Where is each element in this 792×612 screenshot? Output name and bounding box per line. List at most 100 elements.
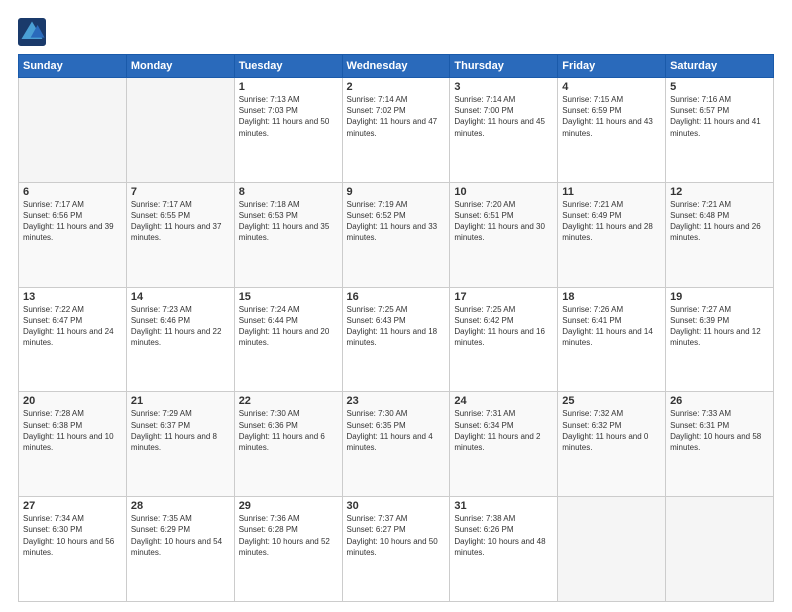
calendar-cell: 9Sunrise: 7:19 AM Sunset: 6:52 PM Daylig…	[342, 182, 450, 287]
calendar-cell: 23Sunrise: 7:30 AM Sunset: 6:35 PM Dayli…	[342, 392, 450, 497]
day-info: Sunrise: 7:15 AM Sunset: 6:59 PM Dayligh…	[562, 94, 661, 139]
logo	[18, 18, 50, 46]
day-info: Sunrise: 7:23 AM Sunset: 6:46 PM Dayligh…	[131, 304, 230, 349]
day-number: 19	[670, 291, 769, 303]
day-info: Sunrise: 7:20 AM Sunset: 6:51 PM Dayligh…	[454, 199, 553, 244]
calendar-cell: 28Sunrise: 7:35 AM Sunset: 6:29 PM Dayli…	[126, 497, 234, 602]
day-info: Sunrise: 7:18 AM Sunset: 6:53 PM Dayligh…	[239, 199, 338, 244]
day-info: Sunrise: 7:35 AM Sunset: 6:29 PM Dayligh…	[131, 513, 230, 558]
day-info: Sunrise: 7:28 AM Sunset: 6:38 PM Dayligh…	[23, 408, 122, 453]
week-row-1: 6Sunrise: 7:17 AM Sunset: 6:56 PM Daylig…	[19, 182, 774, 287]
header-cell-monday: Monday	[126, 55, 234, 78]
day-info: Sunrise: 7:27 AM Sunset: 6:39 PM Dayligh…	[670, 304, 769, 349]
header-cell-saturday: Saturday	[666, 55, 774, 78]
day-info: Sunrise: 7:14 AM Sunset: 7:02 PM Dayligh…	[347, 94, 446, 139]
day-number: 18	[562, 291, 661, 303]
day-number: 31	[454, 500, 553, 512]
day-info: Sunrise: 7:36 AM Sunset: 6:28 PM Dayligh…	[239, 513, 338, 558]
day-info: Sunrise: 7:25 AM Sunset: 6:43 PM Dayligh…	[347, 304, 446, 349]
day-info: Sunrise: 7:25 AM Sunset: 6:42 PM Dayligh…	[454, 304, 553, 349]
day-number: 15	[239, 291, 338, 303]
day-info: Sunrise: 7:19 AM Sunset: 6:52 PM Dayligh…	[347, 199, 446, 244]
day-info: Sunrise: 7:33 AM Sunset: 6:31 PM Dayligh…	[670, 408, 769, 453]
day-number: 9	[347, 186, 446, 198]
calendar-cell: 19Sunrise: 7:27 AM Sunset: 6:39 PM Dayli…	[666, 287, 774, 392]
day-number: 4	[562, 81, 661, 93]
day-number: 5	[670, 81, 769, 93]
calendar-cell: 11Sunrise: 7:21 AM Sunset: 6:49 PM Dayli…	[558, 182, 666, 287]
logo-icon	[18, 18, 46, 46]
week-row-4: 27Sunrise: 7:34 AM Sunset: 6:30 PM Dayli…	[19, 497, 774, 602]
day-number: 28	[131, 500, 230, 512]
calendar-cell: 22Sunrise: 7:30 AM Sunset: 6:36 PM Dayli…	[234, 392, 342, 497]
calendar-table: SundayMondayTuesdayWednesdayThursdayFrid…	[18, 54, 774, 602]
header	[18, 18, 774, 46]
week-row-2: 13Sunrise: 7:22 AM Sunset: 6:47 PM Dayli…	[19, 287, 774, 392]
calendar-cell	[19, 78, 127, 183]
day-number: 17	[454, 291, 553, 303]
day-info: Sunrise: 7:21 AM Sunset: 6:48 PM Dayligh…	[670, 199, 769, 244]
day-info: Sunrise: 7:38 AM Sunset: 6:26 PM Dayligh…	[454, 513, 553, 558]
calendar-cell: 24Sunrise: 7:31 AM Sunset: 6:34 PM Dayli…	[450, 392, 558, 497]
day-number: 7	[131, 186, 230, 198]
day-info: Sunrise: 7:22 AM Sunset: 6:47 PM Dayligh…	[23, 304, 122, 349]
calendar-cell	[666, 497, 774, 602]
header-cell-sunday: Sunday	[19, 55, 127, 78]
calendar-cell: 4Sunrise: 7:15 AM Sunset: 6:59 PM Daylig…	[558, 78, 666, 183]
calendar-cell	[126, 78, 234, 183]
day-number: 20	[23, 395, 122, 407]
day-info: Sunrise: 7:17 AM Sunset: 6:55 PM Dayligh…	[131, 199, 230, 244]
day-number: 6	[23, 186, 122, 198]
day-number: 12	[670, 186, 769, 198]
calendar-cell: 6Sunrise: 7:17 AM Sunset: 6:56 PM Daylig…	[19, 182, 127, 287]
day-info: Sunrise: 7:21 AM Sunset: 6:49 PM Dayligh…	[562, 199, 661, 244]
day-info: Sunrise: 7:30 AM Sunset: 6:35 PM Dayligh…	[347, 408, 446, 453]
week-row-3: 20Sunrise: 7:28 AM Sunset: 6:38 PM Dayli…	[19, 392, 774, 497]
day-info: Sunrise: 7:30 AM Sunset: 6:36 PM Dayligh…	[239, 408, 338, 453]
calendar-cell: 29Sunrise: 7:36 AM Sunset: 6:28 PM Dayli…	[234, 497, 342, 602]
day-info: Sunrise: 7:14 AM Sunset: 7:00 PM Dayligh…	[454, 94, 553, 139]
day-number: 29	[239, 500, 338, 512]
day-info: Sunrise: 7:31 AM Sunset: 6:34 PM Dayligh…	[454, 408, 553, 453]
calendar-cell: 8Sunrise: 7:18 AM Sunset: 6:53 PM Daylig…	[234, 182, 342, 287]
header-row: SundayMondayTuesdayWednesdayThursdayFrid…	[19, 55, 774, 78]
day-number: 1	[239, 81, 338, 93]
day-info: Sunrise: 7:13 AM Sunset: 7:03 PM Dayligh…	[239, 94, 338, 139]
calendar-cell: 12Sunrise: 7:21 AM Sunset: 6:48 PM Dayli…	[666, 182, 774, 287]
calendar-cell: 26Sunrise: 7:33 AM Sunset: 6:31 PM Dayli…	[666, 392, 774, 497]
day-number: 25	[562, 395, 661, 407]
calendar-cell: 25Sunrise: 7:32 AM Sunset: 6:32 PM Dayli…	[558, 392, 666, 497]
day-number: 11	[562, 186, 661, 198]
day-number: 22	[239, 395, 338, 407]
day-number: 21	[131, 395, 230, 407]
calendar-cell	[558, 497, 666, 602]
calendar-cell: 18Sunrise: 7:26 AM Sunset: 6:41 PM Dayli…	[558, 287, 666, 392]
day-number: 10	[454, 186, 553, 198]
day-info: Sunrise: 7:16 AM Sunset: 6:57 PM Dayligh…	[670, 94, 769, 139]
calendar-cell: 20Sunrise: 7:28 AM Sunset: 6:38 PM Dayli…	[19, 392, 127, 497]
calendar-cell: 17Sunrise: 7:25 AM Sunset: 6:42 PM Dayli…	[450, 287, 558, 392]
calendar-cell: 27Sunrise: 7:34 AM Sunset: 6:30 PM Dayli…	[19, 497, 127, 602]
day-number: 30	[347, 500, 446, 512]
calendar-cell: 31Sunrise: 7:38 AM Sunset: 6:26 PM Dayli…	[450, 497, 558, 602]
day-info: Sunrise: 7:34 AM Sunset: 6:30 PM Dayligh…	[23, 513, 122, 558]
header-cell-thursday: Thursday	[450, 55, 558, 78]
calendar-cell: 7Sunrise: 7:17 AM Sunset: 6:55 PM Daylig…	[126, 182, 234, 287]
calendar-cell: 15Sunrise: 7:24 AM Sunset: 6:44 PM Dayli…	[234, 287, 342, 392]
day-info: Sunrise: 7:29 AM Sunset: 6:37 PM Dayligh…	[131, 408, 230, 453]
calendar-cell: 2Sunrise: 7:14 AM Sunset: 7:02 PM Daylig…	[342, 78, 450, 183]
day-number: 16	[347, 291, 446, 303]
calendar-cell: 13Sunrise: 7:22 AM Sunset: 6:47 PM Dayli…	[19, 287, 127, 392]
day-number: 26	[670, 395, 769, 407]
week-row-0: 1Sunrise: 7:13 AM Sunset: 7:03 PM Daylig…	[19, 78, 774, 183]
calendar-cell: 3Sunrise: 7:14 AM Sunset: 7:00 PM Daylig…	[450, 78, 558, 183]
calendar-cell: 1Sunrise: 7:13 AM Sunset: 7:03 PM Daylig…	[234, 78, 342, 183]
day-number: 23	[347, 395, 446, 407]
day-number: 13	[23, 291, 122, 303]
day-info: Sunrise: 7:26 AM Sunset: 6:41 PM Dayligh…	[562, 304, 661, 349]
page: SundayMondayTuesdayWednesdayThursdayFrid…	[0, 0, 792, 612]
calendar-cell: 14Sunrise: 7:23 AM Sunset: 6:46 PM Dayli…	[126, 287, 234, 392]
day-info: Sunrise: 7:37 AM Sunset: 6:27 PM Dayligh…	[347, 513, 446, 558]
calendar-cell: 10Sunrise: 7:20 AM Sunset: 6:51 PM Dayli…	[450, 182, 558, 287]
header-cell-wednesday: Wednesday	[342, 55, 450, 78]
